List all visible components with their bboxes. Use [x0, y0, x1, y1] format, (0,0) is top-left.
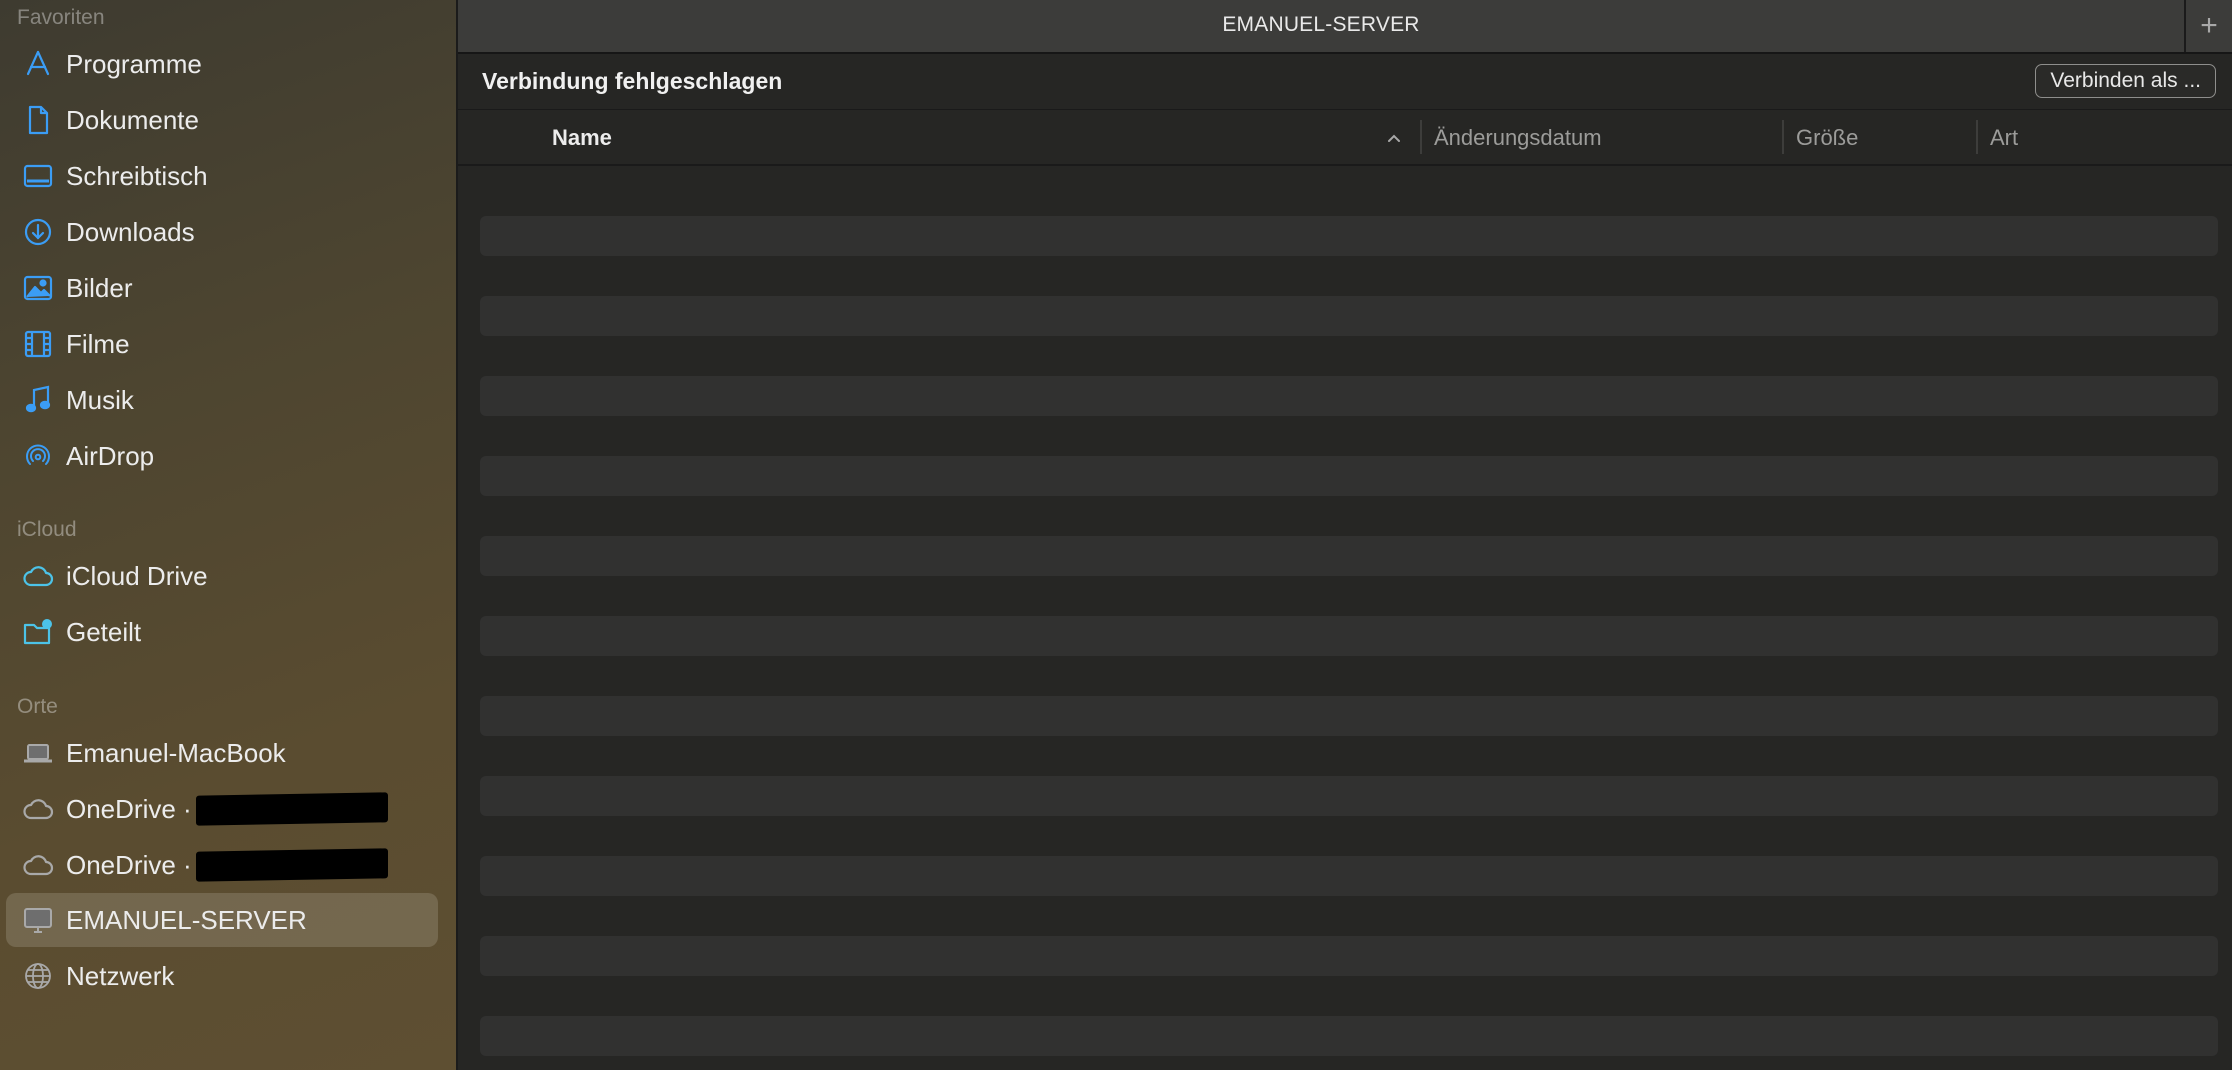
list-row-stripe	[480, 376, 2218, 416]
plus-icon: +	[2200, 9, 2218, 42]
globe-icon	[21, 959, 55, 993]
window-title[interactable]: EMANUEL-SERVER	[458, 13, 2184, 37]
finder-window: Favoriten Programme Dokumente Schreibtis…	[0, 0, 2232, 1070]
sidebar-item-onedrive-1[interactable]: OneDrive ·	[6, 782, 438, 836]
sidebar-item-geteilt[interactable]: Geteilt	[6, 605, 438, 659]
sidebar-item-label: iCloud Drive	[66, 560, 208, 591]
sidebar-item-label: Geteilt	[66, 616, 142, 647]
connect-as-button[interactable]: Verbinden als ...	[2035, 64, 2216, 98]
sidebar-item-bilder[interactable]: Bilder	[6, 261, 438, 315]
main-content: EMANUEL-SERVER + Verbindung fehlgeschlag…	[458, 0, 2232, 1070]
sidebar-item-label: EMANUEL-SERVER	[66, 904, 307, 935]
tab-bar: EMANUEL-SERVER +	[458, 0, 2232, 54]
new-tab-button[interactable]: +	[2184, 0, 2232, 52]
sidebar-item-label: Musik	[66, 384, 134, 415]
column-divider[interactable]	[1420, 120, 1422, 154]
download-icon	[21, 215, 55, 249]
connection-status-bar: Verbindung fehlgeschlagen Verbinden als …	[458, 54, 2232, 110]
sidebar-item-filme[interactable]: Filme	[6, 317, 438, 371]
list-row-stripe	[480, 696, 2218, 736]
chevron-up-icon[interactable]	[1384, 128, 1404, 148]
sidebar-item-onedrive-2[interactable]: OneDrive ·	[6, 838, 438, 892]
document-icon	[21, 103, 55, 137]
column-kind[interactable]: Art	[1990, 125, 2018, 151]
connection-status-text: Verbindung fehlgeschlagen	[482, 68, 783, 94]
music-icon	[21, 383, 55, 417]
sidebar-item-label: AirDrop	[66, 440, 155, 471]
shared-folder-icon	[21, 615, 55, 649]
list-row-stripe	[480, 856, 2218, 896]
sidebar-item-emanuel-macbook[interactable]: Emanuel-MacBook	[6, 726, 438, 780]
section-title-icloud: iCloud	[17, 518, 77, 541]
sidebar-item-netzwerk[interactable]: Netzwerk	[6, 949, 438, 1003]
sidebar-item-dokumente[interactable]: Dokumente	[6, 93, 438, 147]
column-modified-date[interactable]: Änderungsdatum	[1434, 125, 1602, 151]
section-title-locations: Orte	[17, 695, 58, 718]
sidebar: Favoriten Programme Dokumente Schreibtis…	[0, 0, 458, 1070]
list-row-stripe	[480, 1016, 2218, 1056]
sidebar-item-label: Emanuel-MacBook	[66, 737, 286, 768]
sidebar-item-label: Filme	[66, 328, 130, 359]
monitor-icon	[21, 903, 55, 937]
sidebar-item-airdrop[interactable]: AirDrop	[6, 429, 438, 483]
list-row-stripe	[480, 296, 2218, 336]
sidebar-item-label: Programme	[66, 48, 202, 79]
sidebar-item-icloud-drive[interactable]: iCloud Drive	[6, 549, 438, 603]
airdrop-icon	[21, 439, 55, 473]
list-row-stripe	[480, 456, 2218, 496]
column-header: Name Änderungsdatum Größe Art	[458, 110, 2232, 166]
list-row-stripe	[480, 776, 2218, 816]
sidebar-item-programme[interactable]: Programme	[6, 37, 438, 91]
sidebar-item-label: Downloads	[66, 216, 195, 247]
apps-icon	[21, 47, 55, 81]
sidebar-item-schreibtisch[interactable]: Schreibtisch	[6, 149, 438, 203]
cloud-icon	[21, 559, 55, 593]
sidebar-item-label: Bilder	[66, 272, 133, 303]
list-row-stripe	[480, 616, 2218, 656]
list-row-stripe	[480, 536, 2218, 576]
cloud-icon	[21, 848, 55, 882]
column-size[interactable]: Größe	[1796, 125, 1858, 151]
column-name[interactable]: Name	[552, 125, 612, 151]
redaction-bar	[196, 848, 388, 882]
column-divider[interactable]	[1782, 120, 1784, 154]
section-title-favorites: Favoriten	[17, 6, 105, 29]
sidebar-item-label: OneDrive ·	[66, 793, 192, 824]
sidebar-item-label: Netzwerk	[66, 960, 175, 991]
cloud-icon	[21, 792, 55, 826]
list-row-stripe	[480, 936, 2218, 976]
column-divider[interactable]	[1976, 120, 1978, 154]
laptop-icon	[21, 736, 55, 770]
sidebar-item-label: Dokumente	[66, 104, 199, 135]
desktop-icon	[21, 159, 55, 193]
list-row-stripe	[480, 216, 2218, 256]
photo-icon	[21, 271, 55, 305]
sidebar-item-downloads[interactable]: Downloads	[6, 205, 438, 259]
sidebar-item-emanuel-server[interactable]: EMANUEL-SERVER	[6, 893, 438, 947]
film-icon	[21, 327, 55, 361]
redaction-bar	[196, 792, 388, 826]
sidebar-item-label: OneDrive ·	[66, 849, 192, 880]
sidebar-item-musik[interactable]: Musik	[6, 373, 438, 427]
sidebar-item-label: Schreibtisch	[66, 160, 208, 191]
